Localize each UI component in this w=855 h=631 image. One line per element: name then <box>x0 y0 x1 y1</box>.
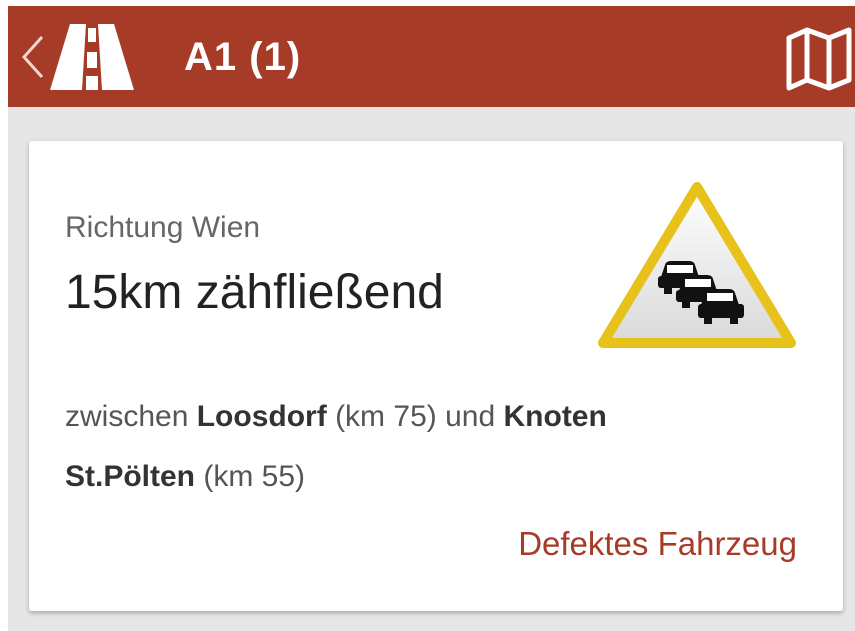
details-prefix: zwischen <box>65 400 189 433</box>
incident-reason: Defektes Fahrzeug <box>518 525 797 562</box>
traffic-headline: 15km zähfließend <box>65 266 444 319</box>
chevron-left-icon[interactable] <box>20 34 46 80</box>
app-header: A1 (1) <box>8 6 855 107</box>
from-km: (km 75) <box>335 400 437 433</box>
traffic-jam-warning-sign-icon <box>598 182 796 348</box>
details-connector: und <box>445 400 496 433</box>
direction-label: Richtung Wien <box>65 211 261 244</box>
traffic-report-card[interactable]: Richtung Wien 15km zähfließend zwischen … <box>29 141 843 611</box>
map-icon[interactable] <box>783 22 855 94</box>
highway-road-icon <box>50 24 134 90</box>
to-km: (km 55) <box>203 460 306 493</box>
from-location: Loosdorf <box>196 400 327 433</box>
page-title: A1 (1) <box>184 35 302 79</box>
route-section-details: zwischen Loosdorf (km 75) und Knoten St.… <box>65 387 685 507</box>
